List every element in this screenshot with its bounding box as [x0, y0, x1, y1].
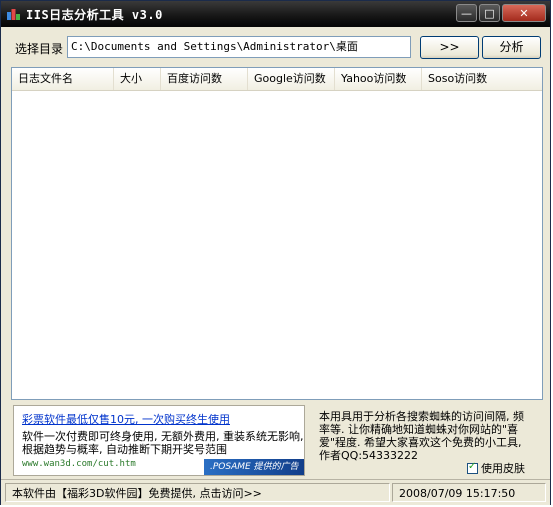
col-google[interactable]: Google访问数 [248, 68, 335, 90]
directory-input[interactable]: C:\Documents and Settings\Administrator\… [67, 36, 411, 58]
ad-title-link[interactable]: 彩票软件最低仅售10元, 一次购买终生使用 [22, 411, 230, 427]
status-datetime: 2008/07/09 15:17:50 [392, 483, 546, 502]
col-soso[interactable]: Soso访问数 [422, 68, 542, 90]
main-panel: 选择目录 C:\Documents and Settings\Administr… [1, 27, 550, 505]
analyze-button[interactable]: 分析 [482, 36, 541, 59]
close-button[interactable]: ✕ [502, 4, 546, 22]
dir-label: 选择目录 [15, 42, 64, 56]
ad-url[interactable]: www.wan3d.com/cut.htm [22, 459, 136, 469]
use-skin-label: 使用皮肤 [481, 462, 525, 475]
status-link[interactable]: 本软件由【福彩3D软件园】免费提供, 点击访问>> [5, 483, 390, 502]
log-list[interactable]: 日志文件名 大小 百度访问数 Google访问数 Yahoo访问数 Soso访问… [11, 67, 543, 400]
maximize-button[interactable]: □ [479, 4, 500, 22]
use-skin-checkbox[interactable]: 使用皮肤 [467, 460, 525, 476]
col-filename[interactable]: 日志文件名 [12, 68, 114, 90]
status-bar: 本软件由【福彩3D软件园】免费提供, 点击访问>> 2008/07/09 15:… [1, 479, 550, 505]
col-size[interactable]: 大小 [114, 68, 161, 90]
browse-button[interactable]: >> [420, 36, 479, 59]
app-icon [7, 9, 20, 20]
list-header: 日志文件名 大小 百度访问数 Google访问数 Yahoo访问数 Soso访问… [12, 68, 542, 91]
window-title: IIS日志分析工具 v3.0 [26, 8, 163, 22]
ad-body: 软件一次付费即可终身使用, 无额外费用, 重装系统无影响, 根据趋势与概率, 自… [22, 430, 304, 456]
title-bar[interactable]: IIS日志分析工具 v3.0 — □ ✕ [1, 1, 550, 27]
checkbox-icon[interactable] [467, 461, 478, 474]
app-window: IIS日志分析工具 v3.0 — □ ✕ 选择目录 C:\Documents a… [0, 0, 551, 505]
ad-provider-tag: .POSAME 提供的广告 [204, 459, 304, 475]
ad-banner[interactable]: 彩票软件最低仅售10元, 一次购买终生使用 软件一次付费即可终身使用, 无额外费… [13, 405, 305, 476]
description-text: 本用具用于分析各搜索蜘蛛的访问间隔, 频率等. 让你精确地知道蜘蛛对你网站的"喜… [319, 410, 524, 462]
col-yahoo[interactable]: Yahoo访问数 [335, 68, 422, 90]
col-baidu[interactable]: 百度访问数 [161, 68, 248, 90]
minimize-button[interactable]: — [456, 4, 477, 22]
